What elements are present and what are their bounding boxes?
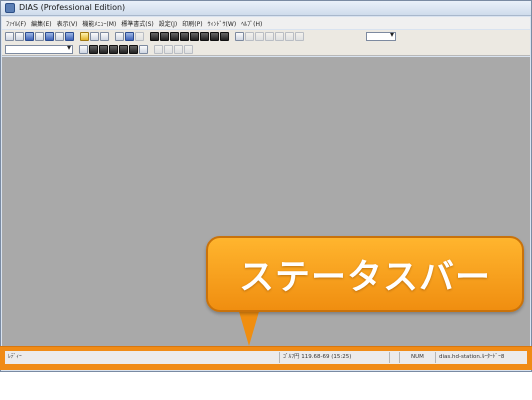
home-icon[interactable] [150, 32, 159, 41]
map-icon[interactable] [100, 32, 109, 41]
menu-print[interactable]: 印刷(P) [182, 19, 202, 28]
arc-icon[interactable] [285, 32, 294, 41]
tool-b-icon[interactable] [89, 44, 98, 54]
fill-icon[interactable] [135, 32, 144, 41]
paste-icon[interactable] [200, 32, 209, 41]
menu-file[interactable]: ﾌｧｲﾙ(F) [6, 19, 26, 28]
line-icon[interactable] [245, 32, 254, 41]
menu-function[interactable]: 機能ﾒﾆｭｰ(M) [82, 19, 116, 28]
circle-icon[interactable] [275, 32, 284, 41]
secondary-toolbar [2, 43, 530, 56]
cursor-icon[interactable] [235, 32, 244, 41]
new-icon[interactable] [5, 32, 14, 41]
text-icon[interactable] [55, 32, 64, 41]
shape-icon[interactable] [265, 32, 274, 41]
window-title: DIAS (Professional Edition) [19, 3, 126, 12]
tool-g-icon[interactable] [139, 44, 148, 54]
layer-select[interactable] [5, 43, 73, 54]
statusbar-callout: ステータスバー [206, 236, 524, 312]
menu-bar: ﾌｧｲﾙ(F) 編集(E) 表示(V) 機能ﾒﾆｭｰ(M) 標準書式(S) 設定… [2, 17, 530, 29]
house-icon[interactable] [160, 32, 169, 41]
drawer-icon[interactable] [170, 32, 179, 41]
blue-square-icon[interactable] [125, 32, 134, 41]
status-num-indicator: NUM [399, 352, 435, 363]
callout-label: ステータスバー [238, 257, 491, 298]
app-icon [5, 3, 15, 13]
save-icon[interactable] [25, 32, 34, 41]
menu-standard-format[interactable]: 標準書式(S) [121, 19, 154, 28]
wave-icon[interactable] [295, 32, 304, 41]
print-icon[interactable] [115, 32, 124, 41]
zoom-select[interactable] [366, 30, 396, 41]
menu-window[interactable]: ｳｨﾝﾄﾞｳ(W) [208, 19, 237, 28]
menu-view[interactable]: 表示(V) [57, 19, 78, 28]
status-coordinate-text: ｺﾞﾙﾌ円 119.68-69 (15:25) [279, 352, 389, 363]
title-bar: DIAS (Professional Edition) [1, 1, 531, 16]
layer-icon[interactable] [210, 32, 219, 41]
color-icon[interactable] [80, 32, 89, 41]
app-window: DIAS (Professional Edition) ﾌｧｲﾙ(F) 編集(E… [0, 0, 532, 372]
image-icon[interactable] [65, 32, 74, 41]
status-ready-text: ﾚﾃﾞｨｰ [8, 354, 22, 360]
tool-c-icon[interactable] [99, 44, 108, 54]
menu-settings[interactable]: 設定(J) [159, 19, 177, 28]
tool-icon[interactable] [180, 32, 189, 41]
curve-icon[interactable] [255, 32, 264, 41]
menu-edit[interactable]: 編集(E) [31, 19, 51, 28]
nav-right-icon[interactable] [164, 44, 173, 54]
menu-help[interactable]: ﾍﾙﾌﾟ(H) [241, 19, 262, 28]
tool-e-icon[interactable] [119, 44, 128, 54]
status-bar: ﾚﾃﾞｨｰ ｺﾞﾙﾌ円 119.68-69 (15:25) NUM dias.h… [5, 351, 527, 364]
status-mode-cell [389, 352, 399, 363]
open-icon[interactable] [15, 32, 24, 41]
tool-a-icon[interactable] [79, 44, 88, 54]
callout-tail [238, 308, 260, 346]
tool-f-icon[interactable] [129, 44, 138, 54]
nav-left-icon[interactable] [154, 44, 163, 54]
grid-icon[interactable] [35, 32, 44, 41]
pen-icon[interactable] [90, 32, 99, 41]
nav-lock-icon[interactable] [184, 44, 193, 54]
table-icon[interactable] [45, 32, 54, 41]
status-host-text: dias.hd-station.ﾙｰﾀｰﾄﾞｰ8 [435, 352, 527, 363]
pointer-icon[interactable] [220, 32, 229, 41]
main-toolbar [2, 30, 530, 43]
tool-d-icon[interactable] [109, 44, 118, 54]
copy-icon[interactable] [190, 32, 199, 41]
nav-up-icon[interactable] [174, 44, 183, 54]
